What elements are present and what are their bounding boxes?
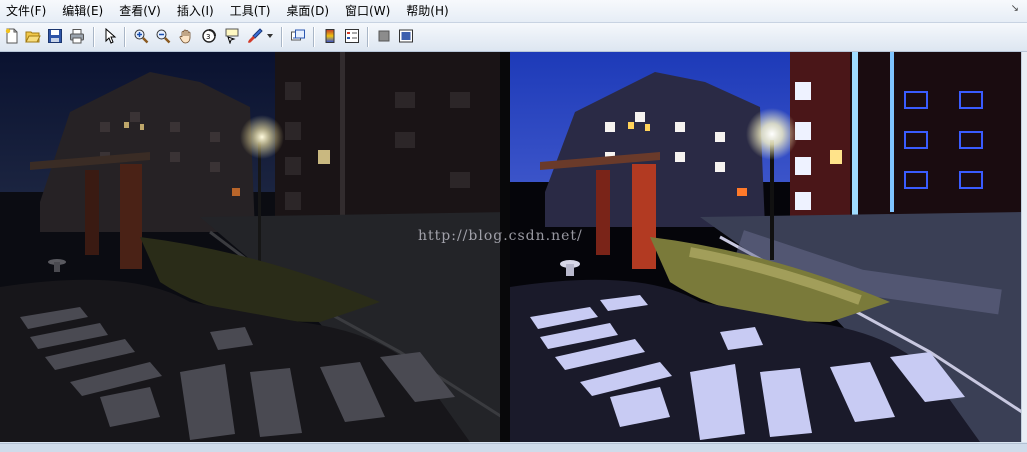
open-file-icon[interactable] <box>23 26 43 46</box>
menu-file[interactable]: 文件(F) <box>0 0 54 22</box>
arrow-select-icon[interactable] <box>100 26 120 46</box>
new-figure-icon[interactable] <box>2 26 22 46</box>
enhanced-night-photo <box>510 52 1022 442</box>
figure-toolbar: 3 <box>0 23 1027 52</box>
data-cursor-icon[interactable] <box>222 26 242 46</box>
brush-icon[interactable] <box>245 26 265 46</box>
show-plot-tools-icon[interactable] <box>396 26 416 46</box>
vertical-scrollbar[interactable] <box>1021 52 1027 442</box>
figure-canvas[interactable]: http://blog.csdn.net/ <box>0 52 1022 442</box>
menu-edit[interactable]: 编辑(E) <box>54 0 111 22</box>
svg-text:3: 3 <box>206 33 210 41</box>
menu-help[interactable]: 帮助(H) <box>398 0 456 22</box>
zoom-out-icon[interactable] <box>153 26 173 46</box>
menu-window[interactable]: 窗口(W) <box>337 0 398 22</box>
toolbar-separator <box>124 27 126 47</box>
dropdown-arrow-icon[interactable] <box>265 26 275 46</box>
menu-view[interactable]: 查看(V) <box>111 0 169 22</box>
restore-window-icon[interactable]: ↘ <box>1011 3 1019 14</box>
print-icon[interactable] <box>67 26 87 46</box>
menu-bar: 文件(F) 编辑(E) 查看(V) 插入(I) 工具(T) 桌面(D) 窗口(W… <box>0 0 1027 23</box>
colorbar-icon[interactable] <box>320 26 340 46</box>
rotate-3d-icon[interactable]: 3 <box>199 26 219 46</box>
toolbar-separator <box>367 27 369 47</box>
original-night-photo <box>0 52 511 442</box>
save-icon[interactable] <box>45 26 65 46</box>
link-plot-icon[interactable] <box>288 26 308 46</box>
menu-insert[interactable]: 插入(I) <box>169 0 222 22</box>
pan-hand-icon[interactable] <box>176 26 196 46</box>
toolbar-separator <box>313 27 315 47</box>
watermark-text: http://blog.csdn.net/ <box>418 228 583 244</box>
toolbar-separator <box>281 27 283 47</box>
menu-desktop[interactable]: 桌面(D) <box>278 0 337 22</box>
legend-icon[interactable] <box>342 26 362 46</box>
zoom-in-icon[interactable] <box>131 26 151 46</box>
menu-tools[interactable]: 工具(T) <box>222 0 279 22</box>
toolbar-separator <box>93 27 95 47</box>
hide-plot-tools-icon[interactable] <box>374 26 394 46</box>
